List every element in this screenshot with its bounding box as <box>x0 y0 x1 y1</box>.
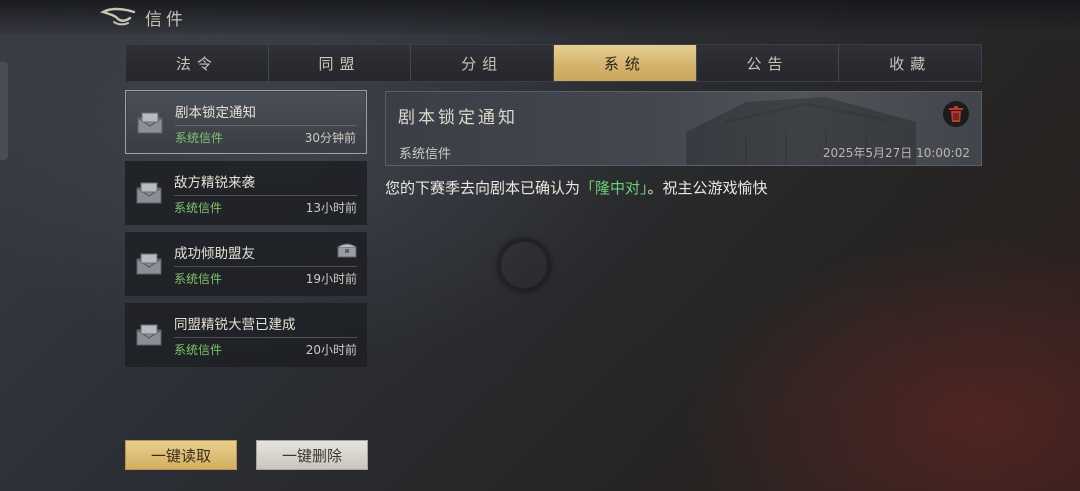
divider <box>174 195 357 196</box>
mail-sender: 系统信件 <box>174 201 223 215</box>
top-bar: 信件 <box>0 0 1080 34</box>
mail-detail-sender: 系统信件 <box>399 147 452 162</box>
mail-title: 成功倾助盟友 <box>174 246 255 262</box>
envelope-icon <box>137 112 163 134</box>
mail-list-item[interactable]: 成功倾助盟友 系统信件 19小时前 <box>125 232 367 296</box>
tab-system[interactable]: 系统 <box>554 45 697 81</box>
mail-list-item[interactable]: 敌方精锐来袭 系统信件 13小时前 <box>125 161 367 225</box>
mail-list-item[interactable]: 同盟精锐大营已建成 系统信件 20小时前 <box>125 303 367 367</box>
mail-title: 剧本锁定通知 <box>175 105 256 121</box>
mail-time: 13小时前 <box>305 201 357 215</box>
mail-title: 敌方精锐来袭 <box>174 175 255 191</box>
mail-detail-header: 剧本锁定通知 系统信件 2025年5月27日 10:00:02 <box>385 91 982 166</box>
tab-alliance[interactable]: 同盟 <box>269 45 412 81</box>
read-all-button[interactable]: 一键读取 <box>125 440 237 470</box>
trash-icon <box>949 106 963 122</box>
side-drawer-handle[interactable] <box>0 62 8 160</box>
mail-sender: 系统信件 <box>174 343 223 357</box>
mail-time: 20小时前 <box>305 343 357 357</box>
mail-detail-body: 您的下赛季去向剧本已确认为「隆中对」。祝主公游戏愉快 <box>385 177 975 198</box>
divider <box>174 266 357 267</box>
highlighted-scenario: 「隆中对」 <box>580 179 648 197</box>
loading-ring-icon <box>497 238 551 292</box>
mail-detail-date: 2025年5月27日 10:00:02 <box>822 146 970 160</box>
body-text: 您的下赛季去向剧本已确认为 <box>385 179 581 197</box>
mail-sender: 系统信件 <box>175 131 224 145</box>
delete-all-button[interactable]: 一键删除 <box>256 440 368 470</box>
mail-time: 30分钟前 <box>304 131 356 145</box>
mail-sender: 系统信件 <box>174 272 223 286</box>
tab-announcement[interactable]: 公告 <box>697 45 840 81</box>
tab-group[interactable]: 分组 <box>411 45 555 81</box>
attachment-chest-icon <box>337 243 357 258</box>
tab-favorites[interactable]: 收藏 <box>839 45 981 81</box>
mail-list-item[interactable]: 剧本锁定通知 系统信件 30分钟前 <box>125 90 367 154</box>
envelope-icon <box>136 253 162 275</box>
mail-title: 同盟精锐大营已建成 <box>174 317 296 333</box>
back-arrow-icon[interactable] <box>100 7 136 27</box>
divider <box>175 125 356 126</box>
divider <box>174 337 357 338</box>
tab-bar: 法令 同盟 分组 系统 公告 收藏 <box>125 44 982 82</box>
envelope-icon <box>136 324 162 346</box>
tab-decree[interactable]: 法令 <box>126 45 269 81</box>
page-title: 信件 <box>145 10 187 30</box>
envelope-icon <box>136 182 162 204</box>
mail-time: 19小时前 <box>305 272 357 286</box>
body-text-end: 。祝主公游戏愉快 <box>647 179 768 197</box>
delete-mail-button[interactable] <box>943 101 969 127</box>
mail-detail-title: 剧本锁定通知 <box>398 108 518 128</box>
